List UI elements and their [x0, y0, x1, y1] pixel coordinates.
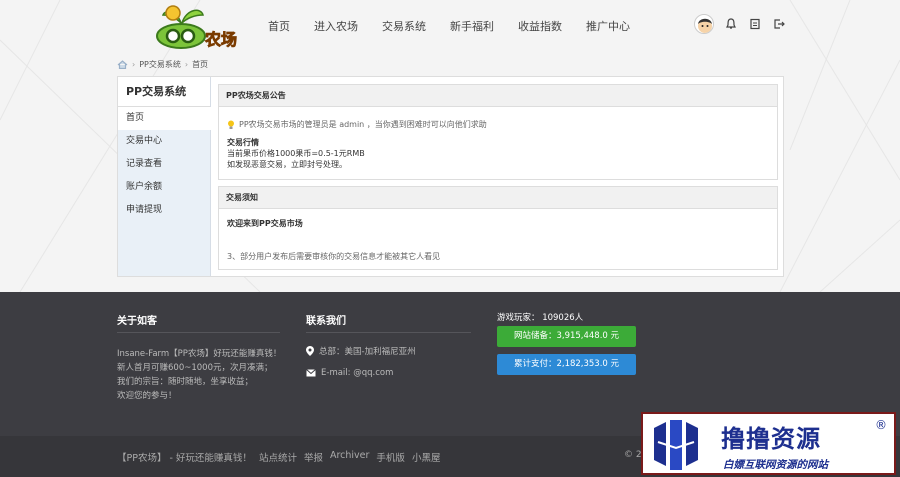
- about-line: 新人首月可赚600~1000元，次月凑满；: [117, 363, 273, 373]
- rules-line: 如发现恶意交易，立即封号处理。: [227, 160, 347, 169]
- sidebar-item-trade-center[interactable]: 交易中心: [118, 130, 210, 153]
- footer-link-archiver[interactable]: Archiver: [330, 450, 369, 464]
- divider: [117, 332, 280, 333]
- home-icon[interactable]: [117, 60, 128, 69]
- footer-link-blacklist[interactable]: 小黑屋: [412, 450, 441, 464]
- site-logo[interactable]: 农场: [155, 3, 237, 51]
- breadcrumb-trade-system[interactable]: PP交易系统: [139, 59, 181, 70]
- welcome-text: 欢迎来到PP交易市场: [227, 219, 303, 228]
- location-pin-icon: [306, 346, 314, 356]
- trade-notice-box: 交易须知 欢迎来到PP交易市场 3、部分用户发布后需要审核你的交易信息才能被其它…: [218, 186, 778, 270]
- breadcrumb-separator: ›: [184, 60, 189, 69]
- nav-home[interactable]: 首页: [268, 18, 290, 34]
- lightbulb-icon: [228, 120, 234, 129]
- breadcrumb-current: 首页: [192, 60, 209, 69]
- total-paid-badge: 累计支付：2,182,353.0 元: [497, 354, 636, 375]
- watermark-badge: 撸撸资源 ® 白嫖互联网资源的网站: [641, 412, 896, 475]
- user-area: [694, 14, 796, 34]
- svg-text:农场: 农场: [204, 30, 237, 49]
- sidebar-item-home[interactable]: 首页: [118, 107, 211, 130]
- contact-email[interactable]: E-mail: @qq.com: [321, 368, 393, 378]
- site-reserve-badge: 网站储备：3,915,448.0 元: [497, 326, 636, 347]
- nav-trade-system[interactable]: 交易系统: [382, 18, 426, 34]
- sidebar: PP交易系统 首页 交易中心 记录查看 账户余额 申请提现: [118, 77, 211, 276]
- trade-notice-title: 交易须知: [219, 187, 777, 209]
- main-nav: 首页 进入农场 交易系统 新手福利 收益指数 推广中心: [268, 18, 654, 34]
- players-count: 游戏玩家： 109026人: [497, 313, 584, 323]
- sidebar-item-balance[interactable]: 账户余额: [118, 176, 210, 199]
- rules-line: 当前果币价格1000果币=0.5-1元RMB: [227, 149, 365, 158]
- footer-links: 【PP农场】 - 好玩还能赚真钱！ 站点统计 举报 Archiver 手机版 小…: [117, 450, 447, 464]
- email-icon: [306, 369, 316, 377]
- footer-link-brand[interactable]: 【PP农场】 - 好玩还能赚真钱！: [117, 450, 252, 464]
- sidebar-item-records[interactable]: 记录查看: [118, 153, 210, 176]
- footer-link-mobile[interactable]: 手机版: [376, 450, 405, 464]
- rules-title: 交易行情: [227, 138, 259, 147]
- contact-title: 联系我们: [306, 316, 346, 327]
- footer-link-stats[interactable]: 站点统计: [259, 450, 297, 464]
- trade-tip: 3、部分用户发布后需要审核你的交易信息才能被其它人看见: [227, 252, 441, 261]
- logout-icon[interactable]: [772, 17, 786, 31]
- nav-earnings-index[interactable]: 收益指数: [518, 18, 562, 34]
- main-panel: PP交易系统 首页 交易中心 记录查看 账户余额 申请提现 PP农场交易公告 P…: [117, 76, 784, 277]
- sidebar-title: PP交易系统: [118, 77, 210, 107]
- registered-mark: ®: [875, 418, 887, 432]
- watermark-title: 撸撸资源: [721, 425, 821, 453]
- sidebar-item-withdraw[interactable]: 申请提现: [118, 199, 210, 222]
- messages-icon[interactable]: [748, 17, 762, 31]
- about-line: 我们的宗旨：随时随地，坐享收益；: [117, 377, 254, 387]
- nav-enter-farm[interactable]: 进入农场: [314, 18, 358, 34]
- watermark-logo-icon: [654, 420, 698, 470]
- content-area: PP农场交易公告 PP农场交易市场的管理员是 admin ，当你遇到困难时可以向…: [218, 84, 778, 276]
- contact-info: 总部：美国-加利福尼亚州 E-mail: @qq.com: [306, 344, 416, 388]
- contact-address: 总部：美国-加利福尼亚州: [319, 347, 416, 357]
- nav-promotion-center[interactable]: 推广中心: [586, 18, 630, 34]
- announcement-title: PP农场交易公告: [219, 85, 777, 107]
- footer-link-report[interactable]: 举报: [304, 450, 323, 464]
- about-line: 欢迎您的参与！: [117, 391, 177, 401]
- about-text: Insane-Farm【PP农场】好玩还能赚真钱！ 新人首月可赚600~1000…: [117, 347, 287, 403]
- breadcrumb: › PP交易系统 › 首页: [117, 59, 208, 70]
- announcement-box: PP农场交易公告 PP农场交易市场的管理员是 admin ，当你遇到困难时可以向…: [218, 84, 778, 180]
- breadcrumb-separator: ›: [132, 60, 136, 69]
- about-title: 关于如客: [117, 316, 157, 327]
- user-avatar[interactable]: [694, 14, 714, 34]
- announcement-notice: PP农场交易市场的管理员是 admin ，当你遇到困难时可以向他们求助: [239, 120, 487, 129]
- notification-bell-icon[interactable]: [724, 17, 738, 31]
- copyright: © 2: [624, 450, 642, 460]
- nav-newbie-benefits[interactable]: 新手福利: [450, 18, 494, 34]
- watermark-subtitle: 白嫖互联网资源的网站: [723, 459, 828, 471]
- about-line: Insane-Farm【PP农场】好玩还能赚真钱！: [117, 349, 282, 359]
- divider: [306, 332, 471, 333]
- header: 农场 首页 进入农场 交易系统 新手福利 收益指数 推广中心: [0, 0, 900, 56]
